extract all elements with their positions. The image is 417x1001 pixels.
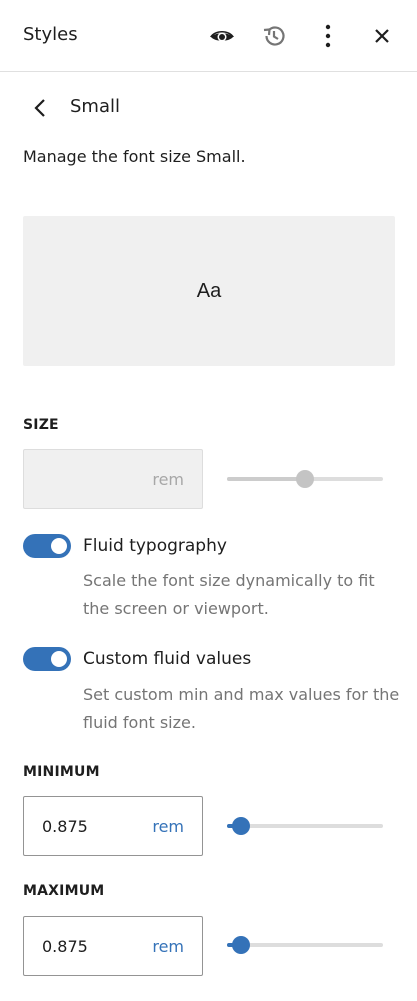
toggle-knob — [51, 651, 67, 667]
panel-header: Styles — [0, 0, 417, 72]
fluid-typography-toggle[interactable] — [23, 534, 71, 558]
chevron-left-icon[interactable] — [26, 94, 54, 122]
slider-thumb[interactable] — [232, 817, 251, 835]
close-icon[interactable] — [366, 20, 398, 52]
maximum-unit: rem — [152, 937, 184, 956]
slider-fill — [227, 477, 305, 481]
minimum-label: MINIMUM — [23, 764, 100, 780]
preview-text: Aa — [196, 279, 222, 302]
slider-track — [227, 824, 383, 828]
maximum-label: MAXIMUM — [23, 883, 105, 899]
panel-title: Styles — [23, 24, 78, 45]
minimum-slider[interactable] — [227, 816, 383, 836]
minimum-value: 0.875 — [42, 817, 88, 836]
custom-fluid-row: Custom fluid values — [23, 645, 395, 673]
history-icon[interactable] — [258, 20, 290, 52]
navigator-header: Small — [0, 88, 417, 128]
size-input[interactable]: rem — [23, 449, 203, 509]
more-vertical-icon[interactable] — [312, 20, 344, 52]
fluid-typography-row: Fluid typography — [23, 532, 395, 560]
toggle-knob — [51, 538, 67, 554]
slider-track — [227, 943, 383, 947]
minimum-input[interactable]: 0.875 rem — [23, 796, 203, 856]
fluid-typography-help: Scale the font size dynamically to fit t… — [83, 571, 375, 618]
custom-fluid-help: Set custom min and max values for the fl… — [83, 685, 400, 732]
slider-thumb[interactable] — [296, 470, 314, 488]
custom-fluid-toggle[interactable] — [23, 647, 71, 671]
eye-icon[interactable] — [206, 20, 238, 52]
slider-thumb[interactable] — [232, 936, 251, 954]
description: Manage the font size Small. — [23, 147, 246, 166]
size-slider[interactable] — [227, 469, 383, 489]
font-preview: Aa — [23, 216, 395, 366]
maximum-value: 0.875 — [42, 937, 88, 956]
fluid-typography-label: Fluid typography — [83, 536, 227, 556]
custom-fluid-label: Custom fluid values — [83, 649, 252, 669]
nav-title: Small — [70, 96, 120, 117]
maximum-input[interactable]: 0.875 rem — [23, 916, 203, 976]
maximum-slider[interactable] — [227, 935, 383, 955]
minimum-unit: rem — [152, 817, 184, 836]
size-label: SIZE — [23, 417, 59, 433]
size-unit: rem — [152, 470, 184, 489]
